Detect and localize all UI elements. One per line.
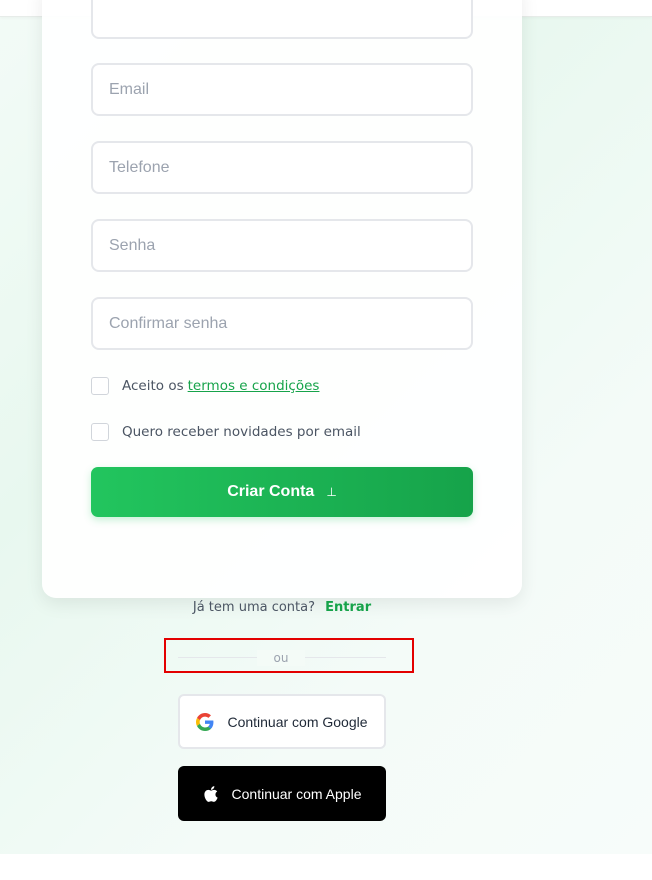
- email-field[interactable]: [91, 63, 473, 116]
- arrow-down-to-line-icon: ⊥: [326, 485, 337, 499]
- google-icon: [196, 712, 214, 731]
- newsletter-checkbox[interactable]: [91, 423, 109, 441]
- terms-link[interactable]: termos e condições: [188, 378, 320, 394]
- confirm-password-field[interactable]: [91, 297, 473, 350]
- create-account-button[interactable]: Criar Conta ⊥: [91, 467, 473, 517]
- login-prompt: Já tem uma conta? Entrar: [0, 600, 564, 615]
- phone-field[interactable]: [91, 141, 473, 194]
- login-link[interactable]: Entrar: [325, 600, 371, 615]
- login-prompt-text: Já tem uma conta?: [192, 600, 316, 615]
- google-signin-label: Continuar com Google: [227, 713, 368, 730]
- create-account-label: Criar Conta: [227, 483, 315, 500]
- newsletter-row: Quero receber novidades por email: [91, 421, 361, 443]
- highlight-box: [164, 638, 414, 673]
- terms-label: Aceito os: [122, 378, 184, 394]
- newsletter-label: Quero receber novidades por email: [122, 424, 361, 440]
- password-field[interactable]: [91, 219, 473, 272]
- terms-row: Aceito os termos e condições: [91, 375, 319, 397]
- apple-signin-button[interactable]: Continuar com Apple: [178, 766, 386, 821]
- google-signin-button[interactable]: Continuar com Google: [178, 694, 386, 749]
- terms-checkbox[interactable]: [91, 377, 109, 395]
- name-field[interactable]: [91, 0, 473, 39]
- apple-icon: [203, 785, 218, 802]
- apple-signin-label: Continuar com Apple: [231, 785, 362, 802]
